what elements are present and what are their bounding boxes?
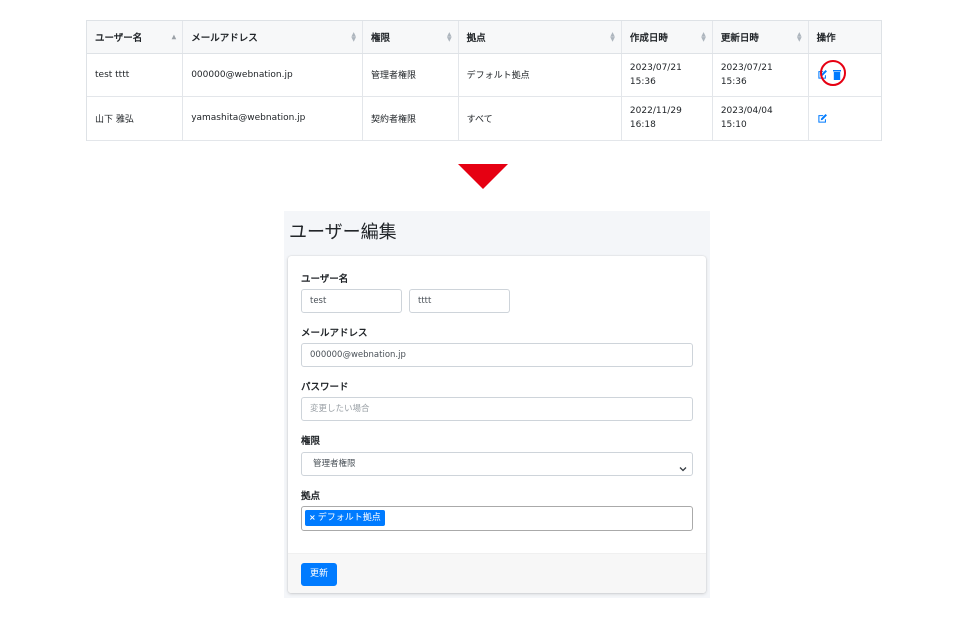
- email-label: メールアドレス: [301, 328, 368, 339]
- password-field[interactable]: 変更したい場合: [301, 397, 693, 421]
- column-header-username[interactable]: ユーザー名 ▲: [87, 21, 184, 54]
- location-label: 拠点: [301, 491, 321, 502]
- user-table-container: ユーザー名 ▲ メールアドレス ▲ ▼ 権限 ▲ ▼ 拠点 ▲ ▼ 作成日時 ▲ ▼: [86, 20, 882, 141]
- cell-location: すべて: [458, 96, 622, 141]
- cell-location: デフォルト拠点: [458, 53, 622, 97]
- highlight-circle: [820, 60, 846, 86]
- location-tag-label: デフォルト拠点: [317, 513, 381, 523]
- email-field[interactable]: 000000@webnation.jp: [301, 343, 693, 367]
- sort-icon[interactable]: ▲ ▼: [447, 31, 452, 42]
- location-multiselect[interactable]: × デフォルト拠点: [301, 506, 693, 531]
- column-header-label: 拠点: [466, 32, 486, 44]
- table-header-row: ユーザー名 ▲ メールアドレス ▲ ▼ 権限 ▲ ▼ 拠点 ▲ ▼ 作成日時 ▲ ▼: [87, 21, 881, 54]
- cell-created: 2022/11/29 16:18: [621, 96, 713, 141]
- edit-icon[interactable]: [817, 113, 828, 124]
- page-title: ユーザー編集: [289, 222, 397, 243]
- cell-username: test tttt: [87, 53, 184, 97]
- column-header-label: メールアドレス: [191, 32, 258, 44]
- column-header-created[interactable]: 作成日時 ▲ ▼: [621, 21, 713, 54]
- chevron-down-icon: [679, 460, 687, 472]
- edit-form-footer: 更新: [288, 553, 706, 593]
- role-select[interactable]: 管理者権限: [301, 452, 693, 476]
- sort-icon[interactable]: ▲ ▼: [351, 31, 356, 42]
- cell-created: 2023/07/21 15:36: [621, 53, 713, 97]
- column-header-email[interactable]: メールアドレス ▲ ▼: [182, 21, 363, 54]
- first-name-field[interactable]: test: [301, 289, 402, 313]
- tag-remove-icon[interactable]: ×: [309, 513, 316, 522]
- column-header-updated[interactable]: 更新日時 ▲ ▼: [712, 21, 809, 54]
- updated-time: 15:36: [720, 76, 747, 87]
- column-header-label: 権限: [370, 32, 390, 44]
- role-label: 権限: [301, 436, 321, 447]
- cell-updated: 2023/04/04 15:10: [712, 96, 809, 141]
- role-selected-value: 管理者権限: [313, 459, 356, 469]
- cell-email: yamashita@webnation.jp: [182, 96, 363, 141]
- column-header-label: ユーザー名: [95, 32, 143, 44]
- column-header-label: 更新日時: [720, 32, 759, 44]
- user-table: ユーザー名 ▲ メールアドレス ▲ ▼ 権限 ▲ ▼ 拠点 ▲ ▼ 作成日時 ▲ ▼: [87, 21, 881, 141]
- table-row: 山下 雅弘 yamashita@webnation.jp 契約者権限 すべて 2…: [87, 96, 881, 141]
- sort-icon[interactable]: ▲: [172, 34, 177, 40]
- edit-form-body: ユーザー名 test tttt メールアドレス 000000@webnation…: [288, 256, 706, 553]
- updated-date: 2023/07/21: [720, 62, 773, 73]
- user-edit-panel: ユーザー編集 ユーザー名 test tttt メールアドレス 000000@we…: [284, 211, 710, 598]
- username-label: ユーザー名: [301, 274, 349, 285]
- cell-username: 山下 雅弘: [87, 96, 184, 141]
- column-header-actions: 操作: [808, 21, 881, 54]
- created-time: 16:18: [629, 120, 656, 130]
- location-tag: × デフォルト拠点: [305, 510, 385, 526]
- updated-time: 15:10: [720, 120, 747, 130]
- table-row: test tttt 000000@webnation.jp 管理者権限 デフォル…: [87, 53, 881, 97]
- down-arrow-icon: [458, 164, 508, 189]
- created-date: 2022/11/29: [629, 106, 682, 116]
- cell-email: 000000@webnation.jp: [182, 53, 363, 97]
- sort-icon[interactable]: ▲ ▼: [797, 31, 802, 42]
- column-header-location[interactable]: 拠点 ▲ ▼: [458, 21, 622, 54]
- cell-actions: [808, 96, 881, 141]
- column-header-label: 作成日時: [629, 32, 668, 44]
- created-time: 15:36: [629, 76, 656, 87]
- edit-form-card: ユーザー名 test tttt メールアドレス 000000@webnation…: [288, 256, 706, 593]
- column-header-label: 操作: [816, 32, 836, 44]
- sort-icon[interactable]: ▲ ▼: [701, 31, 706, 42]
- update-button[interactable]: 更新: [301, 563, 337, 586]
- cell-role: 管理者権限: [362, 53, 459, 97]
- updated-date: 2023/04/04: [720, 106, 773, 116]
- password-label: パスワード: [301, 382, 349, 393]
- cell-role: 契約者権限: [362, 96, 459, 141]
- sort-icon[interactable]: ▲ ▼: [610, 31, 615, 42]
- created-date: 2023/07/21: [629, 62, 682, 73]
- cell-updated: 2023/07/21 15:36: [712, 53, 809, 97]
- column-header-role[interactable]: 権限 ▲ ▼: [362, 21, 459, 54]
- last-name-field[interactable]: tttt: [409, 289, 510, 313]
